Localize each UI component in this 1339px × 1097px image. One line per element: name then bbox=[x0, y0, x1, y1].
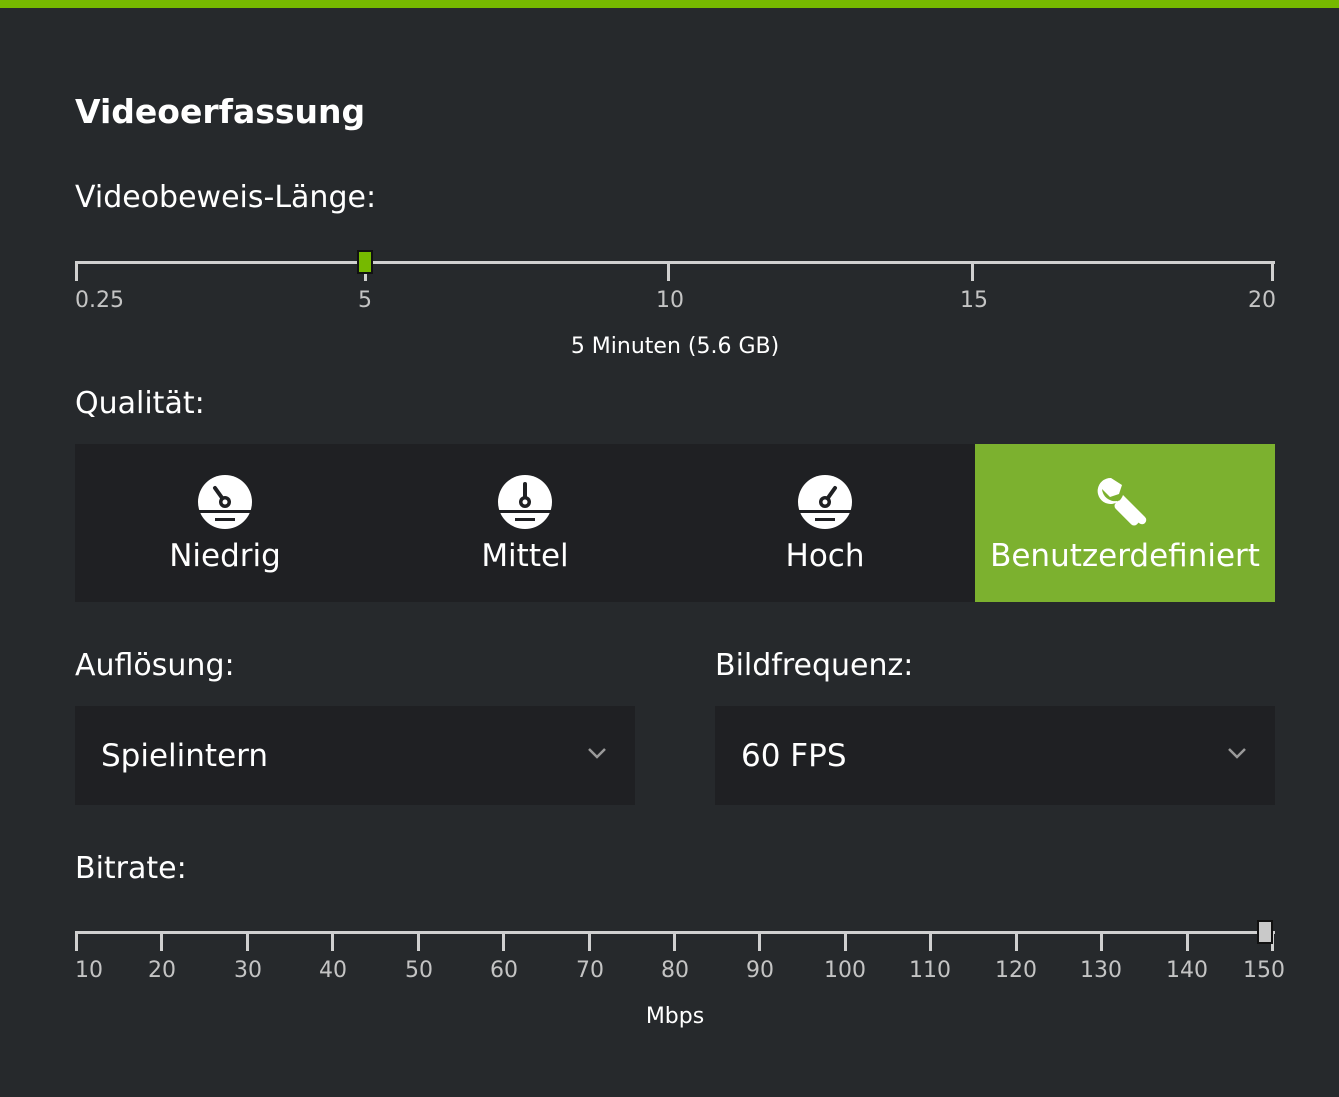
slider-tick bbox=[1100, 931, 1103, 951]
slider-tick bbox=[246, 931, 249, 951]
quality-selector: Niedrig Mittel Hoch Benutzerdefiniert bbox=[75, 444, 1275, 602]
replay-length-label: Videobeweis-Länge: bbox=[75, 180, 377, 215]
quality-medium-button[interactable]: Mittel bbox=[375, 444, 675, 602]
tick-label: 50 bbox=[405, 958, 433, 983]
quality-custom-button[interactable]: Benutzerdefiniert bbox=[975, 444, 1275, 602]
tick-label: 130 bbox=[1080, 958, 1122, 983]
tick-label: 5 bbox=[358, 288, 372, 313]
slider-tick bbox=[502, 931, 505, 951]
tick-label: 80 bbox=[661, 958, 689, 983]
tick-label: 15 bbox=[960, 288, 988, 313]
framerate-value: 60 FPS bbox=[741, 738, 847, 774]
quality-low-button[interactable]: Niedrig bbox=[75, 444, 375, 602]
resolution-value: Spielintern bbox=[101, 738, 268, 774]
resolution-label: Auflösung: bbox=[75, 648, 235, 683]
tick-label: 0.25 bbox=[75, 288, 124, 313]
tick-label: 20 bbox=[148, 958, 176, 983]
tick-label: 100 bbox=[824, 958, 866, 983]
chevron-down-icon bbox=[588, 748, 606, 759]
slider-tick bbox=[971, 261, 974, 281]
quality-label: Qualität: bbox=[75, 386, 205, 421]
slider-tick bbox=[75, 931, 78, 951]
slider-tick bbox=[1186, 931, 1189, 951]
quality-high-button[interactable]: Hoch bbox=[675, 444, 975, 602]
tick-label: 90 bbox=[746, 958, 774, 983]
quality-custom-label: Benutzerdefiniert bbox=[990, 538, 1260, 574]
slider-tick bbox=[1271, 261, 1274, 281]
bitrate-unit: Mbps bbox=[645, 1004, 705, 1029]
chevron-down-icon bbox=[1228, 748, 1246, 759]
quality-low-label: Niedrig bbox=[169, 538, 281, 574]
slider-tick bbox=[331, 931, 334, 951]
slider-tick bbox=[667, 261, 670, 281]
tick-label: 30 bbox=[234, 958, 262, 983]
gauge-high-icon bbox=[798, 475, 852, 529]
slider-tick bbox=[417, 931, 420, 951]
tick-label: 150 bbox=[1243, 958, 1285, 983]
tick-label: 40 bbox=[319, 958, 347, 983]
slider-tick bbox=[673, 931, 676, 951]
slider-tick bbox=[588, 931, 591, 951]
tick-label: 20 bbox=[1248, 288, 1276, 313]
section-title: Videoerfassung bbox=[75, 92, 366, 131]
tick-label: 60 bbox=[490, 958, 518, 983]
slider-tick bbox=[75, 261, 78, 281]
slider-tick bbox=[929, 931, 932, 951]
tick-label: 10 bbox=[75, 958, 103, 983]
replay-length-thumb[interactable] bbox=[357, 250, 373, 274]
accent-top-bar bbox=[0, 0, 1339, 8]
slider-tick bbox=[844, 931, 847, 951]
tick-label: 110 bbox=[909, 958, 951, 983]
tick-label: 70 bbox=[576, 958, 604, 983]
bitrate-slider[interactable]: 10 20 30 40 50 60 70 80 90 100 110 120 130 140 150 bbox=[75, 920, 1285, 990]
framerate-dropdown[interactable]: 60 FPS bbox=[715, 706, 1275, 805]
slider-track[interactable] bbox=[75, 261, 1275, 264]
replay-length-slider[interactable]: 0.25 5 10 15 20 bbox=[75, 250, 1276, 320]
slider-tick bbox=[160, 931, 163, 951]
framerate-label: Bildfrequenz: bbox=[715, 648, 914, 683]
bitrate-label: Bitrate: bbox=[75, 851, 187, 886]
replay-length-value: 5 Minuten (5.6 GB) bbox=[570, 334, 780, 359]
slider-tick bbox=[1015, 931, 1018, 951]
quality-medium-label: Mittel bbox=[481, 538, 569, 574]
gauge-medium-icon bbox=[498, 475, 552, 529]
gauge-low-icon bbox=[198, 475, 252, 529]
tick-label: 140 bbox=[1166, 958, 1208, 983]
wrench-icon bbox=[1097, 477, 1147, 526]
quality-high-label: Hoch bbox=[785, 538, 865, 574]
tick-label: 120 bbox=[995, 958, 1037, 983]
bitrate-thumb[interactable] bbox=[1257, 920, 1273, 944]
resolution-dropdown[interactable]: Spielintern bbox=[75, 706, 635, 805]
tick-label: 10 bbox=[656, 288, 684, 313]
slider-tick bbox=[758, 931, 761, 951]
